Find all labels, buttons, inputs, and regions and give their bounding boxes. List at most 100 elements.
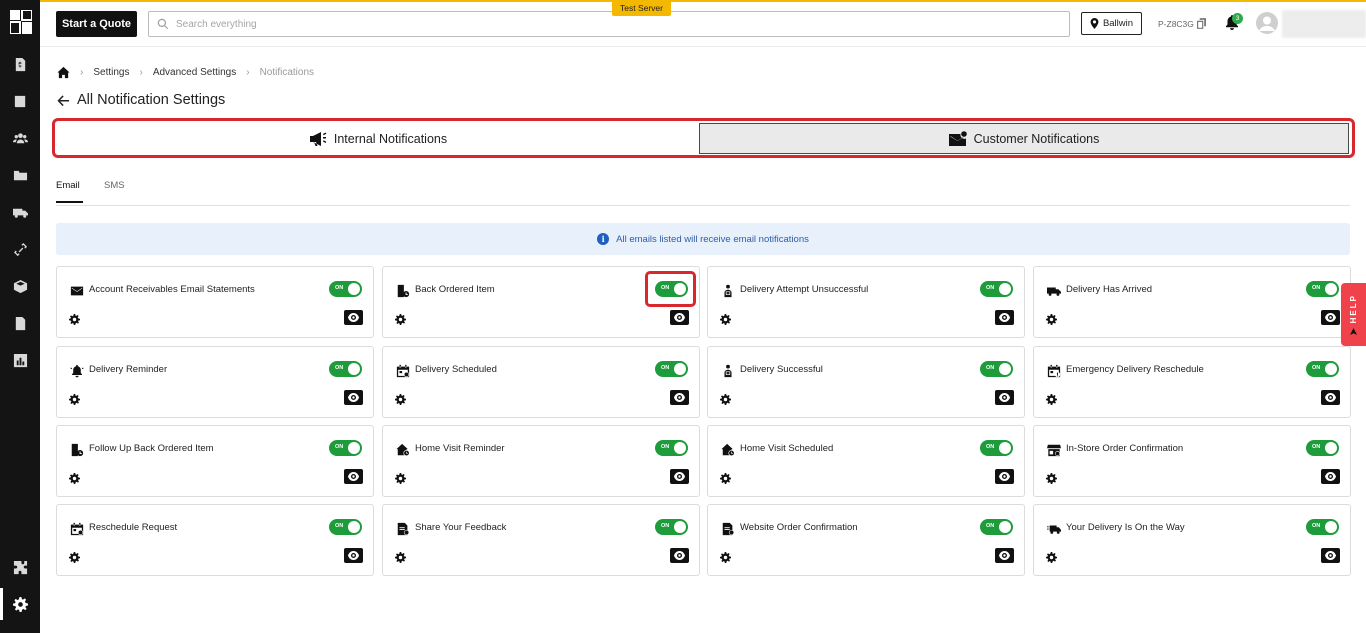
tab-internal-notifications[interactable]: Internal Notifications [57, 123, 699, 154]
notification-toggle[interactable]: ON [655, 361, 688, 377]
start-quote-button[interactable]: Start a Quote [56, 11, 137, 37]
notification-toggle[interactable]: ON [980, 519, 1013, 535]
settings-gear-icon[interactable] [1046, 550, 1058, 563]
store-id[interactable]: P-Z8C3G [1158, 18, 1206, 29]
sidebar-item-addons-icon[interactable] [12, 559, 28, 575]
notification-card: Account Receivables Email Statements ON [56, 266, 374, 338]
notification-toggle[interactable]: ON [1306, 440, 1339, 456]
notification-toggle[interactable]: ON [980, 281, 1013, 297]
preview-eye-icon[interactable] [344, 310, 363, 325]
preview-eye-icon[interactable] [344, 469, 363, 484]
notification-card: In-Store Order Confirmation ON [1033, 425, 1351, 497]
notification-title: Follow Up Back Ordered Item [89, 443, 214, 454]
notification-toggle[interactable]: ON [329, 519, 362, 535]
truck-moving-icon [1046, 521, 1061, 536]
sidebar-item-folders-icon[interactable] [12, 167, 28, 183]
preview-eye-icon[interactable] [1321, 548, 1340, 563]
settings-gear-icon[interactable] [720, 550, 732, 563]
sidebar-item-delivery-icon[interactable] [12, 204, 28, 220]
tab-email[interactable]: Email [56, 180, 83, 203]
settings-gear-icon[interactable] [720, 312, 732, 325]
sidebar-item-documents-icon[interactable] [12, 315, 28, 331]
page-title: All Notification Settings [77, 92, 226, 108]
settings-gear-icon[interactable] [720, 392, 732, 405]
sidebar [0, 0, 40, 633]
sidebar-item-integrations-icon[interactable] [12, 241, 28, 257]
toggle-label: ON [335, 444, 344, 450]
copy-icon[interactable] [1196, 18, 1206, 29]
person-package-icon [720, 363, 735, 378]
preview-eye-icon[interactable] [995, 548, 1014, 563]
sidebar-item-reports-icon[interactable] [12, 352, 28, 368]
notification-title: Website Order Confirmation [740, 522, 858, 533]
notification-title: Home Visit Reminder [415, 443, 505, 454]
settings-gear-icon[interactable] [395, 312, 407, 325]
search-input[interactable]: Search everything [148, 11, 1070, 37]
preview-eye-icon[interactable] [1321, 390, 1340, 405]
sidebar-item-catalog-icon[interactable] [12, 93, 28, 109]
notification-toggle[interactable]: ON [980, 361, 1013, 377]
preview-eye-icon[interactable] [1321, 469, 1340, 484]
location-selector[interactable]: Ballwin [1081, 12, 1142, 35]
notification-card: Delivery Attempt Unsuccessful ON [707, 266, 1025, 338]
notification-toggle[interactable]: ON [329, 281, 362, 297]
preview-eye-icon[interactable] [995, 469, 1014, 484]
preview-eye-icon[interactable] [344, 548, 363, 563]
settings-gear-icon[interactable] [395, 471, 407, 484]
preview-eye-icon[interactable] [995, 390, 1014, 405]
notification-toggle[interactable]: ON [329, 440, 362, 456]
back-arrow-icon[interactable] [57, 94, 70, 107]
notification-toggle[interactable]: ON [980, 440, 1013, 456]
settings-gear-icon[interactable] [69, 471, 81, 484]
preview-eye-icon[interactable] [670, 390, 689, 405]
sidebar-item-settings-icon[interactable] [12, 596, 28, 612]
home-icon[interactable] [57, 66, 70, 79]
preview-eye-icon[interactable] [995, 310, 1014, 325]
sidebar-active-indicator [0, 588, 3, 620]
settings-gear-icon[interactable] [1046, 471, 1058, 484]
settings-gear-icon[interactable] [395, 550, 407, 563]
breadcrumb-advanced-settings[interactable]: Advanced Settings [153, 67, 236, 78]
document-feedback-icon [395, 521, 410, 536]
sidebar-item-inventory-icon[interactable] [12, 278, 28, 294]
preview-eye-icon[interactable] [670, 310, 689, 325]
tab-customer-notifications[interactable]: Customer Notifications [699, 123, 1349, 154]
notification-card: Delivery Reminder ON [56, 346, 374, 418]
envelope-notification-icon [948, 130, 967, 146]
settings-gear-icon[interactable] [69, 312, 81, 325]
document-check-icon [720, 521, 735, 536]
preview-eye-icon[interactable] [670, 469, 689, 484]
sidebar-item-customers-icon[interactable] [12, 130, 28, 146]
tab-sms[interactable]: SMS [104, 180, 125, 191]
settings-gear-icon[interactable] [1046, 392, 1058, 405]
toggle-knob [674, 363, 686, 375]
notification-toggle[interactable]: ON [655, 519, 688, 535]
toggle-label: ON [661, 365, 670, 371]
app-logo[interactable] [9, 9, 33, 35]
notification-toggle[interactable]: ON [655, 440, 688, 456]
toggle-knob [348, 283, 360, 295]
toggle-knob [999, 442, 1011, 454]
notification-toggle[interactable]: ON [1306, 281, 1339, 297]
preview-eye-icon[interactable] [670, 548, 689, 563]
settings-gear-icon[interactable] [69, 392, 81, 405]
preview-eye-icon[interactable] [1321, 310, 1340, 325]
notification-toggle[interactable]: ON [1306, 361, 1339, 377]
breadcrumb-settings[interactable]: Settings [93, 67, 129, 78]
settings-gear-icon[interactable] [1046, 312, 1058, 325]
help-tab[interactable]: HELP [1341, 283, 1366, 346]
notification-toggle[interactable]: ON [329, 361, 362, 377]
notification-toggle[interactable]: ON [1306, 519, 1339, 535]
preview-eye-icon[interactable] [344, 390, 363, 405]
toggle-label: ON [986, 444, 995, 450]
avatar[interactable] [1256, 12, 1278, 34]
settings-gear-icon[interactable] [395, 392, 407, 405]
settings-gear-icon[interactable] [720, 471, 732, 484]
toggle-knob [1325, 363, 1337, 375]
settings-gear-icon[interactable] [69, 550, 81, 563]
sidebar-item-quotes-icon[interactable] [12, 56, 28, 72]
toggle-label: ON [986, 285, 995, 291]
user-name-redacted[interactable] [1282, 10, 1366, 38]
notification-title: Back Ordered Item [415, 284, 495, 295]
info-icon: i [597, 233, 610, 245]
